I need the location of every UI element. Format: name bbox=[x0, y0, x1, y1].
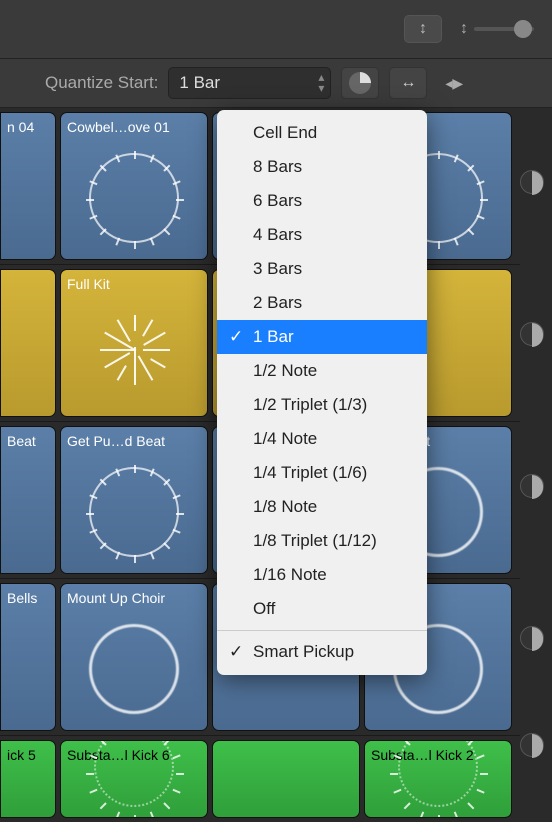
dropdown-item-label: 1/16 Note bbox=[253, 565, 327, 584]
quantize-label: Quantize Start: bbox=[45, 73, 158, 93]
chevron-up-down-icon: ▴▾ bbox=[318, 72, 324, 94]
dropdown-item-label: 1/2 Note bbox=[253, 361, 317, 380]
loop-cell[interactable]: Get Pu…d Beat bbox=[60, 426, 208, 574]
dropdown-item[interactable]: 8 Bars bbox=[217, 150, 427, 184]
dropdown-item[interactable]: 4 Bars bbox=[217, 218, 427, 252]
waveform-icon bbox=[94, 310, 174, 390]
loop-cell[interactable]: Bells bbox=[0, 583, 56, 731]
dropdown-item[interactable]: Off bbox=[217, 592, 427, 626]
loop-cell[interactable]: Substa…l Kick 6 bbox=[60, 740, 208, 818]
resize-icon: ↕ bbox=[419, 20, 427, 38]
vertical-resize-button[interactable]: ↕ bbox=[404, 15, 442, 43]
dropdown-item-label: Cell End bbox=[253, 123, 317, 142]
pie-icon bbox=[349, 72, 371, 94]
dropdown-item-label: 8 Bars bbox=[253, 157, 302, 176]
loop-cell[interactable]: Full Kit bbox=[60, 269, 208, 417]
loop-cell[interactable]: Substa…l Kick 2 bbox=[364, 740, 512, 818]
arrows-horizontal-icon: ↔ bbox=[400, 74, 416, 92]
loop-cell[interactable] bbox=[0, 269, 56, 417]
dropdown-item-label: 1 Bar bbox=[253, 327, 294, 346]
dropdown-item-smart-pickup[interactable]: ✓ Smart Pickup bbox=[217, 635, 427, 669]
waveform-icon bbox=[94, 740, 174, 807]
loop-cell[interactable]: n 04 bbox=[0, 112, 56, 260]
dropdown-item-label: 1/2 Triplet (1/3) bbox=[253, 395, 367, 414]
zoom-slider-track[interactable] bbox=[474, 27, 534, 31]
loop-cell[interactable]: Mount Up Choir bbox=[60, 583, 208, 731]
loop-cell[interactable]: Cowbel…ove 01 bbox=[60, 112, 208, 260]
row-knob[interactable] bbox=[520, 170, 544, 194]
dropdown-item[interactable]: 6 Bars bbox=[217, 184, 427, 218]
top-toolbar: ↕ ↕ bbox=[0, 0, 552, 58]
dropdown-item-label: Smart Pickup bbox=[253, 642, 354, 661]
loop-cell[interactable] bbox=[212, 740, 360, 818]
resize-icon: ↕ bbox=[460, 20, 468, 38]
zoom-slider-knob[interactable] bbox=[514, 20, 532, 38]
dropdown-item[interactable]: 3 Bars bbox=[217, 252, 427, 286]
dropdown-item[interactable]: Cell End bbox=[217, 116, 427, 150]
dropdown-item[interactable]: ✓ 1 Bar bbox=[217, 320, 427, 354]
quantize-select-value: 1 Bar bbox=[179, 73, 220, 93]
quantize-dropdown: Cell End 8 Bars 6 Bars 4 Bars 3 Bars 2 Bars ✓ 1… bbox=[217, 110, 427, 675]
dropdown-item-label: 1/4 Note bbox=[253, 429, 317, 448]
check-icon: ✓ bbox=[229, 642, 243, 662]
waveform-icon bbox=[89, 624, 179, 714]
dropdown-separator bbox=[217, 630, 427, 631]
dropdown-item[interactable]: 1/2 Note bbox=[217, 354, 427, 388]
quantize-header: Quantize Start: 1 Bar ▴▾ ↔ ◂▶ bbox=[0, 58, 552, 108]
waveform-icon bbox=[398, 740, 478, 807]
zoom-control[interactable]: ↕ bbox=[460, 20, 534, 38]
waveform-icon bbox=[89, 153, 179, 243]
dropdown-item-label: 1/4 Triplet (1/6) bbox=[253, 463, 367, 482]
check-icon: ✓ bbox=[229, 327, 243, 347]
loop-cell[interactable]: Beat bbox=[0, 426, 56, 574]
dropdown-item[interactable]: 1/4 Triplet (1/6) bbox=[217, 456, 427, 490]
dropdown-item[interactable]: 1/8 Note bbox=[217, 490, 427, 524]
row-knob[interactable] bbox=[520, 474, 544, 498]
cell-row: ick 5 Substa…l Kick 6 Substa…l Kick 2 bbox=[0, 740, 520, 818]
quantize-select[interactable]: 1 Bar ▴▾ bbox=[168, 67, 331, 99]
dropdown-item[interactable]: 1/4 Note bbox=[217, 422, 427, 456]
row-knob[interactable] bbox=[520, 626, 544, 650]
expand-icon[interactable]: ◂▶ bbox=[445, 75, 463, 92]
dropdown-item-label: 2 Bars bbox=[253, 293, 302, 312]
dropdown-item-label: 1/8 Triplet (1/12) bbox=[253, 531, 377, 550]
row-knobs bbox=[520, 170, 544, 757]
dropdown-item-label: 3 Bars bbox=[253, 259, 302, 278]
dropdown-item[interactable]: 1/8 Triplet (1/12) bbox=[217, 524, 427, 558]
dropdown-item[interactable]: 2 Bars bbox=[217, 286, 427, 320]
dropdown-item-label: 1/8 Note bbox=[253, 497, 317, 516]
row-knob[interactable] bbox=[520, 733, 544, 757]
tempo-mode-button[interactable] bbox=[341, 67, 379, 99]
loop-cell[interactable]: ick 5 bbox=[0, 740, 56, 818]
dropdown-item[interactable]: 1/16 Note bbox=[217, 558, 427, 592]
dropdown-item[interactable]: 1/2 Triplet (1/3) bbox=[217, 388, 427, 422]
dropdown-item-label: 4 Bars bbox=[253, 225, 302, 244]
dropdown-item-label: Off bbox=[253, 599, 275, 618]
waveform-icon bbox=[89, 467, 179, 557]
row-knob[interactable] bbox=[520, 322, 544, 346]
horizontal-mode-button[interactable]: ↔ bbox=[389, 67, 427, 99]
dropdown-item-label: 6 Bars bbox=[253, 191, 302, 210]
